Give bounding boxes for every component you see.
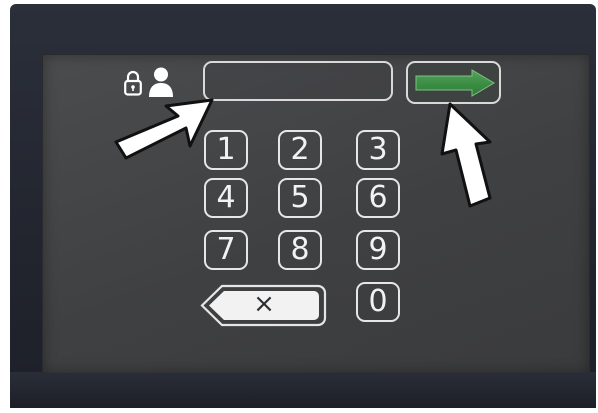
key-2[interactable]: 2	[278, 130, 322, 170]
key-4[interactable]: 4	[204, 178, 248, 218]
pin-entry-field[interactable]	[203, 61, 393, 101]
key-7[interactable]: 7	[204, 230, 248, 270]
clear-x-icon: ×	[253, 289, 275, 319]
key-9[interactable]: 9	[356, 230, 400, 270]
key-8[interactable]: 8	[278, 230, 322, 270]
backspace-button[interactable]: ×	[200, 284, 327, 327]
key-5[interactable]: 5	[278, 178, 322, 218]
key-6[interactable]: 6	[356, 178, 400, 218]
annotation-arrow-entry	[114, 98, 214, 160]
submit-button[interactable]	[406, 61, 501, 104]
key-3[interactable]: 3	[356, 130, 400, 170]
right-arrow-icon	[415, 69, 495, 97]
padlock-icon	[124, 70, 142, 96]
key-0[interactable]: 0	[356, 282, 400, 322]
terminal-base	[10, 372, 596, 408]
annotation-arrow-submit	[440, 102, 492, 208]
